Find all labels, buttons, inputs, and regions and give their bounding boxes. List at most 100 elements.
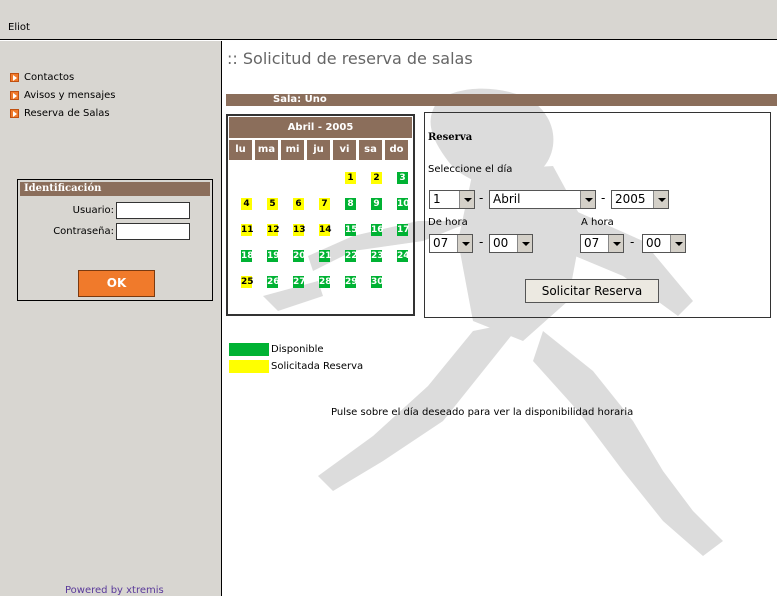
brand-name: Eliot <box>8 22 30 33</box>
calendar-day[interactable]: 17 <box>397 224 410 236</box>
sidebar-item-reserva[interactable]: Reserva de Salas <box>10 106 115 121</box>
calendar-day[interactable]: 4 <box>241 198 252 210</box>
sidebar-item-label: Reserva de Salas <box>24 108 110 119</box>
separator: - <box>479 191 484 205</box>
calendar-day[interactable]: 28 <box>319 276 332 288</box>
calendar-day[interactable]: 5 <box>267 198 278 210</box>
arrow-bullet-icon <box>10 73 19 82</box>
calendar-day[interactable]: 16 <box>371 224 384 236</box>
weekday-header: vi <box>333 140 356 160</box>
day-select-value: 1 <box>433 192 441 206</box>
sidebar-item-avisos[interactable]: Avisos y mensajes <box>10 88 115 103</box>
from-minute-select[interactable]: 00 <box>489 234 533 253</box>
ok-button[interactable]: OK <box>78 270 155 297</box>
from-minute-value: 00 <box>493 236 509 250</box>
calendar-day[interactable]: 15 <box>345 224 358 236</box>
legend-requested: Solicitada Reserva <box>229 360 363 373</box>
sala-value: Uno <box>304 94 327 105</box>
calendar-day[interactable]: 24 <box>397 250 410 262</box>
chevron-down-icon <box>459 191 474 208</box>
to-hour-select[interactable]: 07 <box>580 234 624 253</box>
separator: - <box>601 191 606 205</box>
calendar-day[interactable]: 20 <box>293 250 306 262</box>
password-input[interactable] <box>116 223 190 240</box>
chevron-down-icon <box>670 235 685 252</box>
weekday-header: mi <box>281 140 304 160</box>
password-row: Contraseña: <box>53 223 190 240</box>
chevron-down-icon <box>457 235 472 252</box>
solicitar-reserva-button[interactable]: Solicitar Reserva <box>525 279 659 303</box>
calendar-day <box>400 276 405 288</box>
chevron-down-icon <box>517 235 532 252</box>
calendar-day[interactable]: 3 <box>397 172 408 184</box>
day-select[interactable]: 1 <box>429 190 475 209</box>
sidebar: Contactos Avisos y mensajes Reserva de S… <box>0 41 222 596</box>
login-panel: Identificación Usuario: Contraseña: OK <box>17 179 213 301</box>
calendar-day <box>400 302 405 314</box>
sala-label: Sala: <box>273 94 302 105</box>
calendar-day[interactable]: 1 <box>345 172 356 184</box>
sala-bar: Sala: Uno <box>226 94 777 106</box>
select-day-label: Seleccione el día <box>428 164 513 175</box>
from-hour-value: 07 <box>433 236 449 250</box>
calendar-day[interactable]: 29 <box>345 276 358 288</box>
weekday-header: sa <box>359 140 382 160</box>
sidebar-item-contactos[interactable]: Contactos <box>10 70 115 85</box>
calendar-day[interactable]: 11 <box>241 224 254 236</box>
calendar-day[interactable]: 6 <box>293 198 304 210</box>
chevron-down-icon <box>653 191 668 208</box>
weekday-header: ma <box>255 140 278 160</box>
to-hour-label: A hora <box>581 217 614 228</box>
calendar-day[interactable]: 26 <box>267 276 280 288</box>
calendar-day[interactable]: 27 <box>293 276 306 288</box>
from-hour-select[interactable]: 07 <box>429 234 473 253</box>
year-select[interactable]: 2005 <box>611 190 669 209</box>
password-label: Contraseña: <box>53 226 114 237</box>
user-input[interactable] <box>116 202 190 219</box>
calendar-day[interactable]: 8 <box>345 198 356 210</box>
sidebar-item-label: Avisos y mensajes <box>24 90 116 101</box>
calendar-day[interactable]: 21 <box>319 250 332 262</box>
calendar-day[interactable]: 14 <box>319 224 332 236</box>
availability-hint: Pulse sobre el día deseado para ver la d… <box>331 407 634 418</box>
reserva-title: Reserva <box>428 132 473 143</box>
weekday-header: do <box>385 140 408 160</box>
sidebar-nav: Contactos Avisos y mensajes Reserva de S… <box>10 70 115 124</box>
chevron-down-icon <box>580 191 595 208</box>
reserva-panel: Reserva Seleccione el día 1 - Abril - 20… <box>424 112 771 318</box>
year-select-value: 2005 <box>615 192 646 206</box>
calendar-day[interactable]: 13 <box>293 224 306 236</box>
calendar-day[interactable]: 10 <box>397 198 410 210</box>
legend-swatch <box>229 343 269 356</box>
calendar-day[interactable]: 18 <box>241 250 254 262</box>
calendar-day[interactable]: 23 <box>371 250 384 262</box>
month-select[interactable]: Abril <box>489 190 596 209</box>
separator: - <box>630 235 635 249</box>
legend-label: Disponible <box>271 344 324 355</box>
calendar-day[interactable]: 19 <box>267 250 280 262</box>
sidebar-item-label: Contactos <box>24 72 75 83</box>
powered-by-link[interactable]: Powered by xtremis <box>65 585 164 596</box>
from-hour-label: De hora <box>428 217 468 228</box>
month-select-value: Abril <box>493 192 521 206</box>
arrow-bullet-icon <box>10 109 19 118</box>
calendar-day[interactable]: 25 <box>241 276 254 288</box>
to-hour-value: 07 <box>584 236 600 250</box>
login-title: Identificación <box>20 182 210 196</box>
to-minute-value: 00 <box>646 236 662 250</box>
calendar-day[interactable]: 9 <box>371 198 382 210</box>
calendar-day[interactable]: 7 <box>319 198 330 210</box>
legend-available: Disponible <box>229 343 324 356</box>
calendar-month-title: Abril - 2005 <box>229 117 412 138</box>
to-minute-select[interactable]: 00 <box>642 234 686 253</box>
arrow-bullet-icon <box>10 91 19 100</box>
main-content: :: Solicitud de reserva de salas Sala: U… <box>223 41 777 596</box>
calendar-day[interactable]: 22 <box>345 250 358 262</box>
calendar-day[interactable]: 2 <box>371 172 382 184</box>
user-label: Usuario: <box>72 205 114 216</box>
legend-label: Solicitada Reserva <box>271 361 364 372</box>
calendar-day[interactable]: 12 <box>267 224 280 236</box>
calendar-day[interactable]: 30 <box>371 276 384 288</box>
page-title: :: Solicitud de reserva de salas <box>227 49 473 68</box>
calendar: Abril - 2005 lu ma mi ju vi sa do 1 2 3 4 5 6 7 8 9 10 11… <box>226 114 415 316</box>
